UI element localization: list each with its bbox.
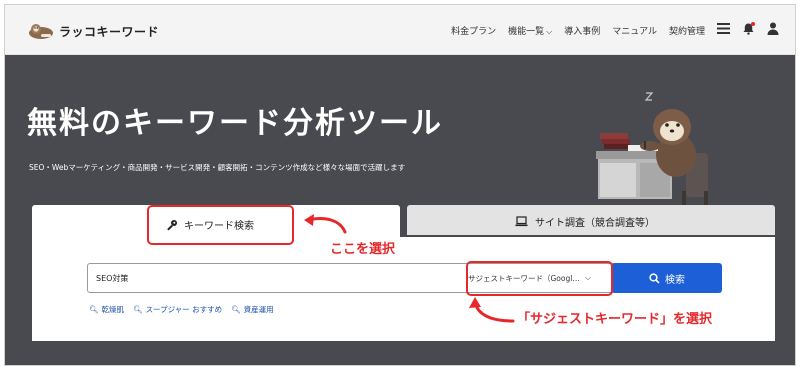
- notification-dot: [751, 22, 755, 26]
- screenshot-frame: ラッコキーワード 料金プラン 機能一覧 ⌵ 導入事例 マニュアル 契約管理 無料の…: [4, 4, 796, 366]
- annotation-arrow-icon: [469, 297, 515, 323]
- otter-mascot-illustration: [596, 92, 708, 209]
- annotation-arrow-icon: [304, 214, 347, 234]
- logo-text: ラッコキーワード: [59, 24, 160, 39]
- tab-site-research[interactable]: サイト調査（競合調査等）: [407, 205, 775, 235]
- search-icon: [649, 272, 660, 284]
- search-icon: 🔍︎: [231, 305, 241, 314]
- nav-features[interactable]: 機能一覧 ⌵: [508, 24, 552, 37]
- nav-contract[interactable]: 契約管理: [669, 24, 705, 37]
- search-icon: 🔍︎: [133, 305, 143, 314]
- search-button[interactable]: 検索: [612, 263, 722, 293]
- annotation-highlight-select: [466, 261, 613, 296]
- user-icon[interactable]: [767, 22, 779, 38]
- main-nav: 料金プラン 機能一覧 ⌵ 導入事例 マニュアル 契約管理: [439, 22, 779, 38]
- quick-link[interactable]: 🔍︎ 資産運用: [231, 304, 274, 315]
- nav-manual-label: マニュアル: [612, 26, 657, 37]
- hamburger-menu-icon[interactable]: [717, 23, 730, 37]
- search-icon: 🔍︎: [89, 305, 99, 314]
- quick-link[interactable]: 🔍︎ スープジャー おすすめ: [133, 304, 222, 315]
- nav-features-label: 機能一覧: [508, 26, 545, 37]
- search-input[interactable]: [88, 264, 458, 292]
- site-header: ラッコキーワード 料金プラン 機能一覧 ⌵ 導入事例 マニュアル 契約管理: [5, 5, 795, 55]
- logo[interactable]: ラッコキーワード: [27, 22, 159, 40]
- quick-link-label: スープジャー おすすめ: [145, 305, 223, 314]
- laptop-icon: [515, 216, 528, 227]
- chevron-down-icon: ⌵: [546, 26, 553, 36]
- quick-link-label: 資産運用: [243, 305, 274, 314]
- bell-icon[interactable]: [742, 22, 755, 38]
- annotation-label-select-here: ここを選択: [330, 242, 396, 257]
- hero-title: 無料のキーワード分析ツール: [27, 106, 443, 141]
- quick-link[interactable]: 🔍︎ 乾燥肌: [89, 304, 124, 315]
- otter-logo-icon: [29, 24, 53, 39]
- tab-site-research-label: サイト調査（競合調査等）: [535, 218, 655, 229]
- quick-links: 🔍︎ 乾燥肌 🔍︎ スープジャー おすすめ 🔍︎ 資産運用: [89, 304, 283, 315]
- quick-link-label: 乾燥肌: [101, 305, 125, 314]
- nav-manual[interactable]: マニュアル: [612, 24, 657, 37]
- nav-pricing[interactable]: 料金プラン: [451, 24, 496, 37]
- search-button-label: 検索: [665, 274, 685, 286]
- nav-case-studies[interactable]: 導入事例: [564, 24, 600, 37]
- nav-pricing-label: 料金プラン: [451, 26, 497, 37]
- nav-contract-label: 契約管理: [668, 26, 705, 37]
- annotation-label-select-suggest: 「サジェストキーワード」を選択: [517, 312, 713, 327]
- annotation-highlight-tab: [147, 205, 294, 245]
- hero-subtitle: SEO・Webマーケティング・商品開発・サービス開発・顧客開拓・コンテンツ作成な…: [29, 163, 406, 172]
- nav-case-studies-label: 導入事例: [564, 26, 601, 37]
